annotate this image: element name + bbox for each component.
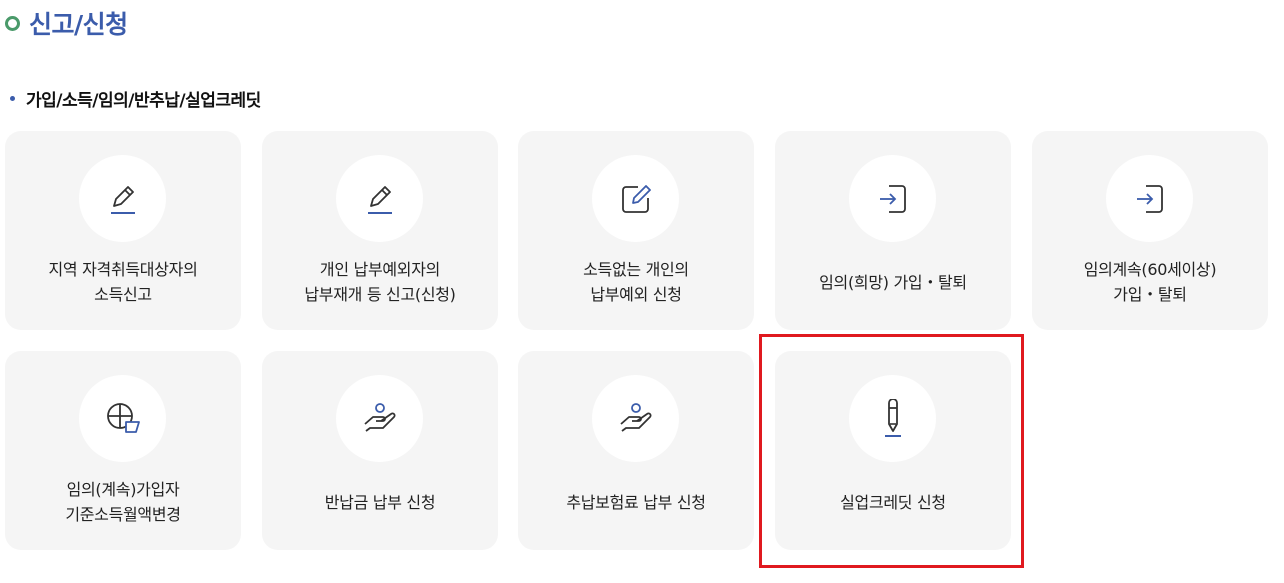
card-standard-income-change[interactable]: 임의(계속)가입자 기준소득월액변경 xyxy=(5,351,241,550)
sign-in-icon xyxy=(879,184,906,213)
edit-box-icon xyxy=(621,184,651,213)
card-late-premium-payment[interactable]: 추납보험료 납부 신청 xyxy=(518,351,754,550)
card-label: 실업크레딧 신청 xyxy=(840,492,946,512)
title-bullet-icon xyxy=(5,15,20,31)
page-title: 신고/신청 xyxy=(29,10,128,39)
section-bullet-icon xyxy=(10,96,15,101)
pencil-underline-icon xyxy=(367,185,392,214)
pencil-icon xyxy=(884,398,901,437)
pie-chart-icon xyxy=(106,402,140,433)
card-voluntary-continued-join-leave[interactable]: 임의계속(60세이상) 가입・탈퇴 xyxy=(1032,131,1268,330)
card-voluntary-join-leave[interactable]: 임의(희망) 가입・탈퇴 xyxy=(775,131,1011,330)
card-no-income-exemption[interactable]: 소득없는 개인의 납부예외 신청 xyxy=(518,131,754,330)
card-label: 임의(희망) 가입・탈퇴 xyxy=(819,272,967,292)
sign-in-icon xyxy=(1136,184,1163,213)
card-refund-payment[interactable]: 반납금 납부 신청 xyxy=(262,351,498,550)
card-label: 지역 자격취득대상자의 소득신고 xyxy=(48,260,198,304)
hand-payment-icon xyxy=(363,402,395,432)
page-header: 신고/신청 xyxy=(5,5,128,41)
card-label: 임의계속(60세이상) 가입・탈퇴 xyxy=(1083,260,1217,304)
card-label: 추납보험료 납부 신청 xyxy=(566,492,706,512)
card-label: 임의(계속)가입자 기준소득월액변경 xyxy=(65,480,181,524)
section-header: 가입/소득/임의/반추납/실업크레딧 xyxy=(10,86,261,111)
card-unemployment-credit[interactable]: 실업크레딧 신청 xyxy=(775,351,1011,550)
section-title: 가입/소득/임의/반추납/실업크레딧 xyxy=(26,91,261,111)
card-label: 소득없는 개인의 납부예외 신청 xyxy=(583,260,689,304)
pencil-underline-icon xyxy=(110,185,135,214)
hand-payment-icon xyxy=(619,402,651,432)
card-payment-resume-report[interactable]: 개인 납부예외자의 납부재개 등 신고(신청) xyxy=(262,131,498,330)
card-label: 반납금 납부 신청 xyxy=(324,492,436,512)
card-label: 개인 납부예외자의 납부재개 등 신고(신청) xyxy=(304,260,456,304)
card-regional-income-report[interactable]: 지역 자격취득대상자의 소득신고 xyxy=(5,131,241,330)
